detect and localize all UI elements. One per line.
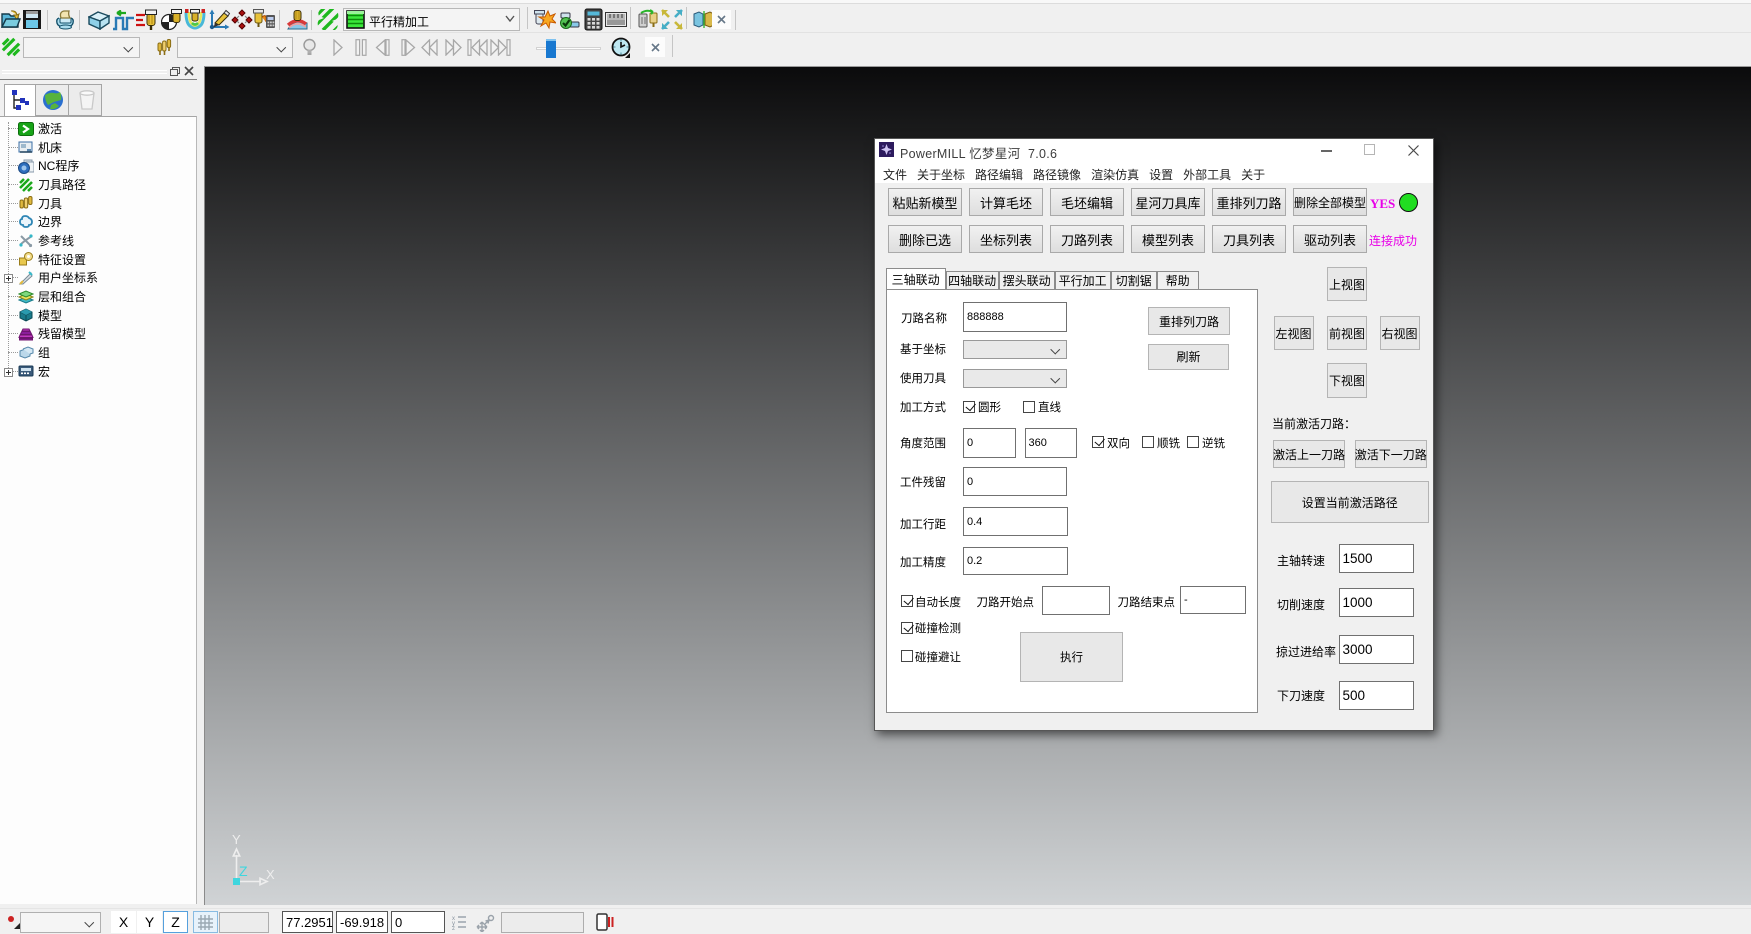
svg-text:Y: Y [232, 832, 241, 847]
svg-text:z: z [452, 926, 455, 930]
svg-text:X: X [266, 867, 275, 882]
svg-text:Z: Z [239, 863, 248, 879]
